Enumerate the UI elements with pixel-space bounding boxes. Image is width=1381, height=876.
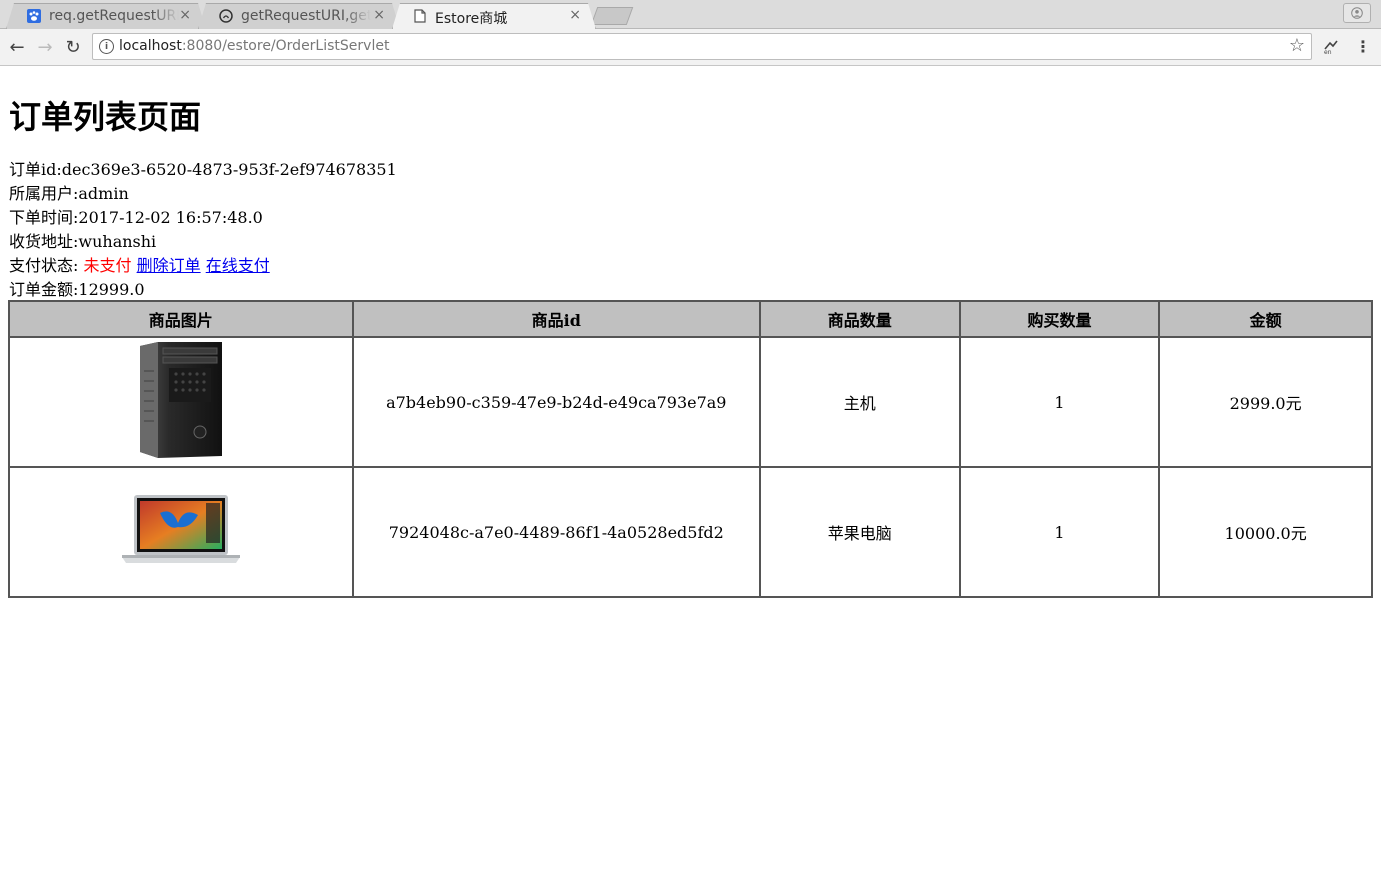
pay-status-value: 未支付 [83, 256, 132, 275]
url-host: localhost [119, 38, 182, 54]
menu-icon[interactable]: ⋮ [1354, 37, 1372, 56]
online-pay-link[interactable]: 在线支付 [206, 256, 270, 275]
github-icon [219, 9, 233, 23]
bookmark-star-icon[interactable]: ☆ [1289, 35, 1305, 56]
order-pay-status: 支付状态: 未支付 删除订单 在线支付 [9, 254, 397, 278]
page-title: 订单列表页面 [9, 98, 202, 136]
computer-tower-image [136, 340, 226, 460]
order-info: 订单id:dec369e3-6520-4873-953f-2ef97467835… [9, 158, 397, 302]
info-icon[interactable]: i [99, 39, 114, 54]
url-text[interactable]: localhost:8080/estore/OrderListServlet [119, 38, 389, 54]
table-row: a7b4eb90-c359-47e9-b24d-e49ca793e7a9 主机 … [8, 336, 1373, 468]
amount-cell: 2999.0元 [1158, 336, 1373, 468]
order-user: 所属用户:admin [9, 184, 129, 203]
product-image-cell [8, 336, 354, 468]
extension-icon[interactable]: en [1322, 37, 1340, 55]
tab-title: getRequestURI,get [241, 8, 371, 24]
order-id: 订单id:dec369e3-6520-4873-953f-2ef97467835… [9, 160, 397, 179]
close-icon[interactable]: × [373, 7, 385, 23]
baidu-paw-icon [27, 9, 41, 23]
address-bar[interactable]: i localhost:8080/estore/OrderListServlet… [92, 33, 1312, 60]
product-id-cell: a7b4eb90-c359-47e9-b24d-e49ca793e7a9 [351, 336, 761, 468]
forward-icon[interactable]: → [34, 36, 56, 58]
order-time: 下单时间:2017-12-02 16:57:48.0 [9, 208, 263, 227]
column-header: 商品图片 [8, 300, 354, 338]
page-content: 订单列表页面 订单id:dec369e3-6520-4873-953f-2ef9… [0, 66, 1381, 876]
new-tab-button[interactable] [590, 7, 634, 25]
delete-order-link[interactable]: 删除订单 [137, 256, 201, 275]
reload-icon[interactable]: ↻ [62, 36, 84, 58]
order-address: 收货地址:wuhanshi [9, 232, 157, 251]
profile-icon[interactable] [1343, 3, 1371, 23]
svg-text:en: en [1324, 49, 1332, 55]
order-amount: 订单金额:12999.0 [9, 280, 145, 299]
product-name-cell: 苹果电脑 [758, 466, 961, 598]
tab-strip: req.getRequestURI × getRequestURI,get × … [0, 0, 1381, 29]
quantity-cell: 1 [958, 466, 1161, 598]
product-name-cell: 主机 [758, 336, 961, 468]
table-header-row: 商品图片 商品id 商品数量 购买数量 金额 [8, 300, 1373, 338]
browser-toolbar: ← → ↻ i localhost:8080/estore/OrderListS… [0, 29, 1381, 66]
product-image-cell [8, 466, 354, 598]
page-icon [413, 9, 427, 23]
tab-estore[interactable]: Estore商城 × [392, 3, 596, 29]
amount-cell: 10000.0元 [1158, 466, 1373, 598]
column-header: 商品数量 [758, 300, 961, 338]
pay-status-label: 支付状态: [9, 256, 84, 275]
table-row: 7924048c-a7e0-4489-86f1-4a0528ed5fd2 苹果电… [8, 466, 1373, 598]
product-id-cell: 7924048c-a7e0-4489-86f1-4a0528ed5fd2 [351, 466, 761, 598]
tab-title: Estore商城 [435, 11, 508, 27]
close-icon[interactable]: × [569, 7, 581, 23]
quantity-cell: 1 [958, 336, 1161, 468]
tab-req-getrequesturi[interactable]: req.getRequestURI × [6, 3, 206, 29]
column-header: 商品id [351, 300, 761, 338]
url-path: :8080/estore/OrderListServlet [181, 38, 390, 54]
back-icon[interactable]: ← [6, 36, 28, 58]
order-items-table: 商品图片 商品id 商品数量 购买数量 金额 a7b4eb90-c359-47e… [8, 300, 1373, 598]
column-header: 金额 [1158, 300, 1373, 338]
tab-title: req.getRequestURI [49, 8, 179, 24]
laptop-image [120, 493, 242, 567]
tab-getrequesturi[interactable]: getRequestURI,get × [198, 3, 400, 29]
column-header: 购买数量 [958, 300, 1161, 338]
close-icon[interactable]: × [179, 7, 191, 23]
